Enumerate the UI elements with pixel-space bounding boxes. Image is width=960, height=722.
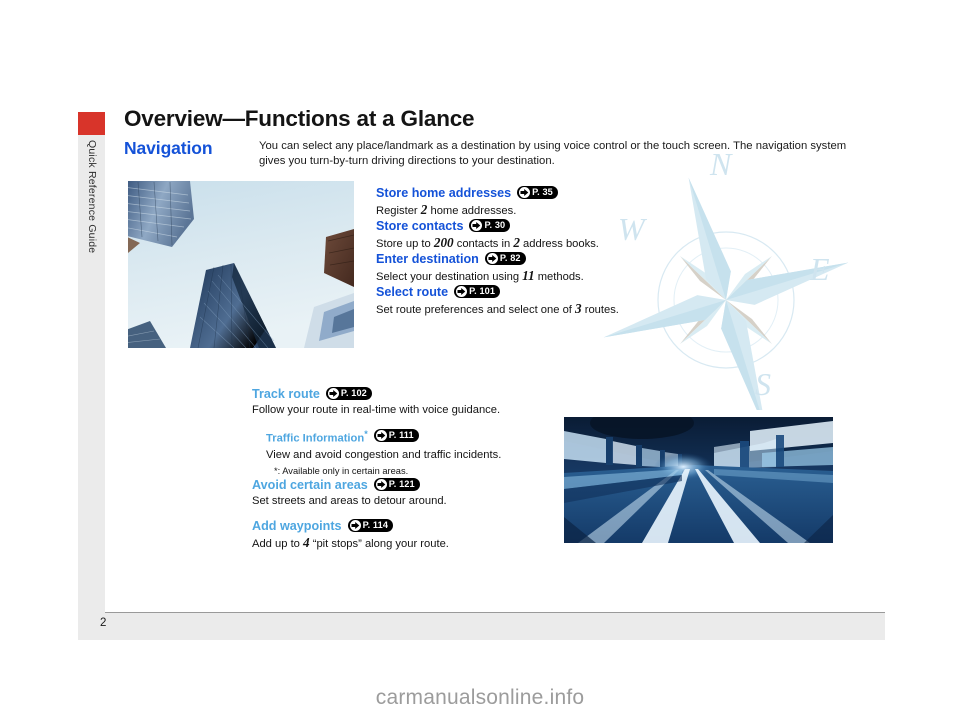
arrow-right-icon bbox=[327, 388, 339, 399]
section-intro-text: You can select any place/landmark as a d… bbox=[259, 140, 847, 168]
page-title: Overview—Functions at a Glance bbox=[124, 106, 475, 131]
footnote-text: *: Available only in certain areas. bbox=[274, 465, 409, 476]
page-ref-badge[interactable]: P. 30 bbox=[469, 219, 511, 232]
desc-number: 200 bbox=[433, 235, 454, 250]
desc-post: methods. bbox=[534, 271, 584, 283]
feature-add-waypoints: Add waypoints P. 114 Add up to 4 “pit st… bbox=[252, 518, 449, 552]
feature-description: Follow your route in real-time with voic… bbox=[252, 404, 501, 416]
feature-description: Store up to 200 contacts in 2 address bo… bbox=[376, 235, 599, 252]
arrow-right-icon bbox=[456, 286, 468, 297]
desc-number: 11 bbox=[522, 268, 535, 283]
footer-band bbox=[78, 612, 885, 640]
feature-store-contacts: Store contacts P. 30 Store up to 200 con… bbox=[376, 218, 599, 252]
feature-heading-text: Track route bbox=[252, 387, 320, 401]
feature-heading-text: Avoid certain areas bbox=[252, 478, 368, 492]
feature-heading-text: Select route bbox=[376, 285, 449, 299]
sidebar-accent-block bbox=[78, 112, 105, 136]
feature-heading: Avoid certain areas P. 121 bbox=[252, 477, 447, 493]
desc-pre: Store up to bbox=[376, 238, 434, 250]
desc-post: home addresses. bbox=[427, 205, 517, 217]
arrow-right-icon bbox=[519, 187, 531, 198]
sidebar-tab-text: Quick Reference Guide bbox=[86, 140, 98, 254]
page-ref-text: P. 101 bbox=[469, 286, 496, 296]
footer-page-number: 2 bbox=[100, 617, 107, 629]
feature-heading-text: Enter destination bbox=[376, 252, 479, 266]
sidebar-tab-label: Quick Reference Guide bbox=[78, 140, 105, 440]
page-ref-badge[interactable]: P. 114 bbox=[347, 519, 394, 532]
feature-description: Register 2 home addresses. bbox=[376, 202, 558, 219]
heading-label: Traffic Information bbox=[266, 432, 365, 445]
desc-pre: Select your destination using bbox=[376, 271, 523, 283]
desc-mid: contacts in bbox=[453, 238, 514, 250]
site-watermark: carmanualsonline.info bbox=[375, 686, 585, 709]
page-ref-badge[interactable]: P. 111 bbox=[373, 429, 419, 443]
page-ref-text: P. 121 bbox=[388, 479, 415, 489]
feature-store-home-addresses: Store home addresses P. 35 Register 2 ho… bbox=[376, 185, 558, 219]
arrow-right-icon bbox=[471, 220, 483, 231]
feature-description: Select your destination using 11 methods… bbox=[376, 268, 584, 285]
page-ref-badge[interactable]: P. 82 bbox=[484, 252, 526, 265]
desc-pre: Add up to bbox=[252, 538, 304, 550]
feature-heading-text: Store contacts bbox=[376, 219, 464, 233]
photo-skyscrapers bbox=[128, 181, 354, 348]
feature-enter-destination: Enter destination P. 82 Select your dest… bbox=[376, 251, 584, 285]
page-ref-text: P. 30 bbox=[484, 220, 506, 230]
feature-heading: Store home addresses P. 35 bbox=[376, 185, 558, 201]
desc-number: 4 bbox=[303, 535, 310, 550]
feature-heading: Store contacts P. 30 bbox=[376, 218, 599, 234]
feature-heading: Select route P. 101 bbox=[376, 284, 619, 300]
desc-post: “pit stops” along your route. bbox=[309, 538, 449, 550]
page-ref-text: P. 102 bbox=[340, 388, 367, 398]
page-ref-badge[interactable]: P. 102 bbox=[325, 387, 372, 400]
desc-post: routes. bbox=[581, 304, 619, 316]
footnote-marker: * bbox=[364, 429, 368, 439]
arrow-right-icon bbox=[375, 430, 387, 442]
feature-description: Add up to 4 “pit stops” along your route… bbox=[252, 535, 449, 552]
feature-track-route: Track route P. 102 Follow your route in … bbox=[252, 386, 500, 418]
compass-label-east: E bbox=[809, 251, 830, 287]
arrow-right-icon bbox=[349, 520, 361, 531]
feature-heading-text: Add waypoints bbox=[252, 519, 342, 533]
page-ref-badge[interactable]: P. 101 bbox=[454, 285, 501, 298]
desc-post: address books. bbox=[519, 238, 599, 250]
compass-label-west: W bbox=[618, 211, 648, 247]
feature-traffic-information: Traffic Information* P. 111 View and avo… bbox=[266, 426, 501, 478]
desc-pre: Set route preferences and select one of bbox=[376, 304, 576, 316]
feature-heading: Traffic Information* P. 111 bbox=[266, 426, 501, 447]
feature-avoid-certain-areas: Avoid certain areas P. 121 Set streets a… bbox=[252, 477, 447, 509]
page-ref-text: P. 114 bbox=[362, 520, 389, 530]
page-ref-badge[interactable]: P. 35 bbox=[517, 186, 558, 199]
arrow-right-icon bbox=[486, 253, 498, 264]
feature-heading: Add waypoints P. 114 bbox=[252, 518, 449, 534]
feature-select-route: Select route P. 101 Set route preference… bbox=[376, 284, 619, 318]
feature-description: Set streets and areas to detour around. bbox=[252, 495, 447, 507]
compass-rose-icon: N W E S bbox=[598, 146, 849, 432]
footer-divider bbox=[105, 612, 885, 613]
feature-heading-text: Store home addresses bbox=[376, 186, 512, 200]
section-title-navigation: Navigation bbox=[124, 138, 213, 158]
feature-heading: Enter destination P. 82 bbox=[376, 251, 584, 267]
arrow-right-icon bbox=[375, 479, 387, 490]
desc-number-2: 2 bbox=[513, 235, 520, 250]
feature-heading-text: Traffic Information* bbox=[266, 426, 368, 447]
feature-heading: Track route P. 102 bbox=[252, 386, 500, 402]
feature-description: Set route preferences and select one of … bbox=[376, 301, 619, 318]
desc-number: 3 bbox=[575, 301, 582, 316]
page-ref-text: P. 35 bbox=[532, 187, 553, 197]
page-ref-text: P. 82 bbox=[499, 253, 521, 263]
document-page: Quick Reference Guide Overview—Functions… bbox=[0, 0, 960, 722]
compass-label-south: S bbox=[755, 366, 771, 402]
page-ref-text: P. 111 bbox=[388, 430, 414, 441]
desc-pre: Register bbox=[376, 205, 421, 217]
feature-description: View and avoid congestion and traffic in… bbox=[266, 448, 502, 461]
page-ref-badge[interactable]: P. 121 bbox=[373, 478, 420, 491]
photo-tunnel-road bbox=[564, 417, 833, 543]
